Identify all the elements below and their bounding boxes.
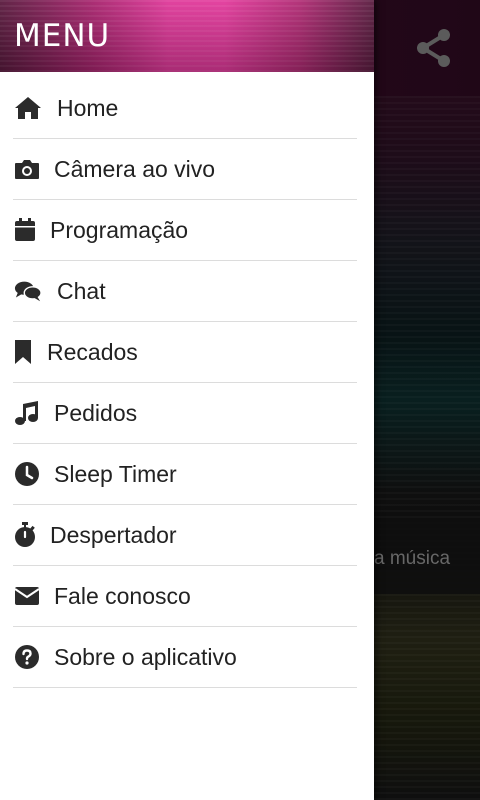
navigation-drawer: MENU Home Câmera ao vivo Programação Cha…: [0, 0, 374, 800]
menu-item-label: Home: [57, 94, 119, 121]
drawer-header: MENU: [0, 0, 374, 72]
menu-item-label: Recados: [47, 338, 138, 365]
menu-list: Home Câmera ao vivo Programação Chat Rec…: [0, 78, 374, 688]
camera-icon: [14, 155, 42, 183]
clock-icon: [14, 460, 42, 488]
menu-item-label: Sobre o aplicativo: [54, 643, 237, 670]
envelope-icon: [14, 582, 42, 610]
menu-item-schedule[interactable]: Programação: [13, 200, 357, 261]
menu-item-messages[interactable]: Recados: [13, 322, 357, 383]
menu-item-camera[interactable]: Câmera ao vivo: [13, 139, 357, 200]
menu-item-label: Chat: [57, 277, 106, 304]
music-note-icon: [14, 399, 42, 427]
menu-item-sleep-timer[interactable]: Sleep Timer: [13, 444, 357, 505]
menu-item-home[interactable]: Home: [13, 78, 357, 139]
menu-item-label: Sleep Timer: [54, 460, 177, 487]
menu-item-requests[interactable]: Pedidos: [13, 383, 357, 444]
menu-item-label: Pedidos: [54, 399, 138, 426]
share-icon[interactable]: [416, 28, 452, 68]
help-circle-icon: [14, 643, 42, 671]
menu-item-label: Câmera ao vivo: [54, 155, 216, 182]
menu-item-alarm[interactable]: Despertador: [13, 505, 357, 566]
calendar-icon: [14, 216, 42, 244]
stopwatch-icon: [14, 521, 42, 549]
menu-item-label: Fale conosco: [54, 582, 191, 609]
bookmark-icon: [14, 338, 42, 366]
menu-item-chat[interactable]: Chat: [13, 261, 357, 322]
home-icon: [14, 94, 42, 122]
menu-item-about[interactable]: Sobre o aplicativo: [13, 627, 357, 688]
menu-title: MENU: [14, 18, 111, 54]
menu-item-label: Programação: [50, 216, 189, 243]
menu-item-contact[interactable]: Fale conosco: [13, 566, 357, 627]
chat-icon: [14, 277, 42, 305]
menu-item-label: Despertador: [50, 521, 177, 548]
now-playing-text: a música: [374, 548, 451, 569]
